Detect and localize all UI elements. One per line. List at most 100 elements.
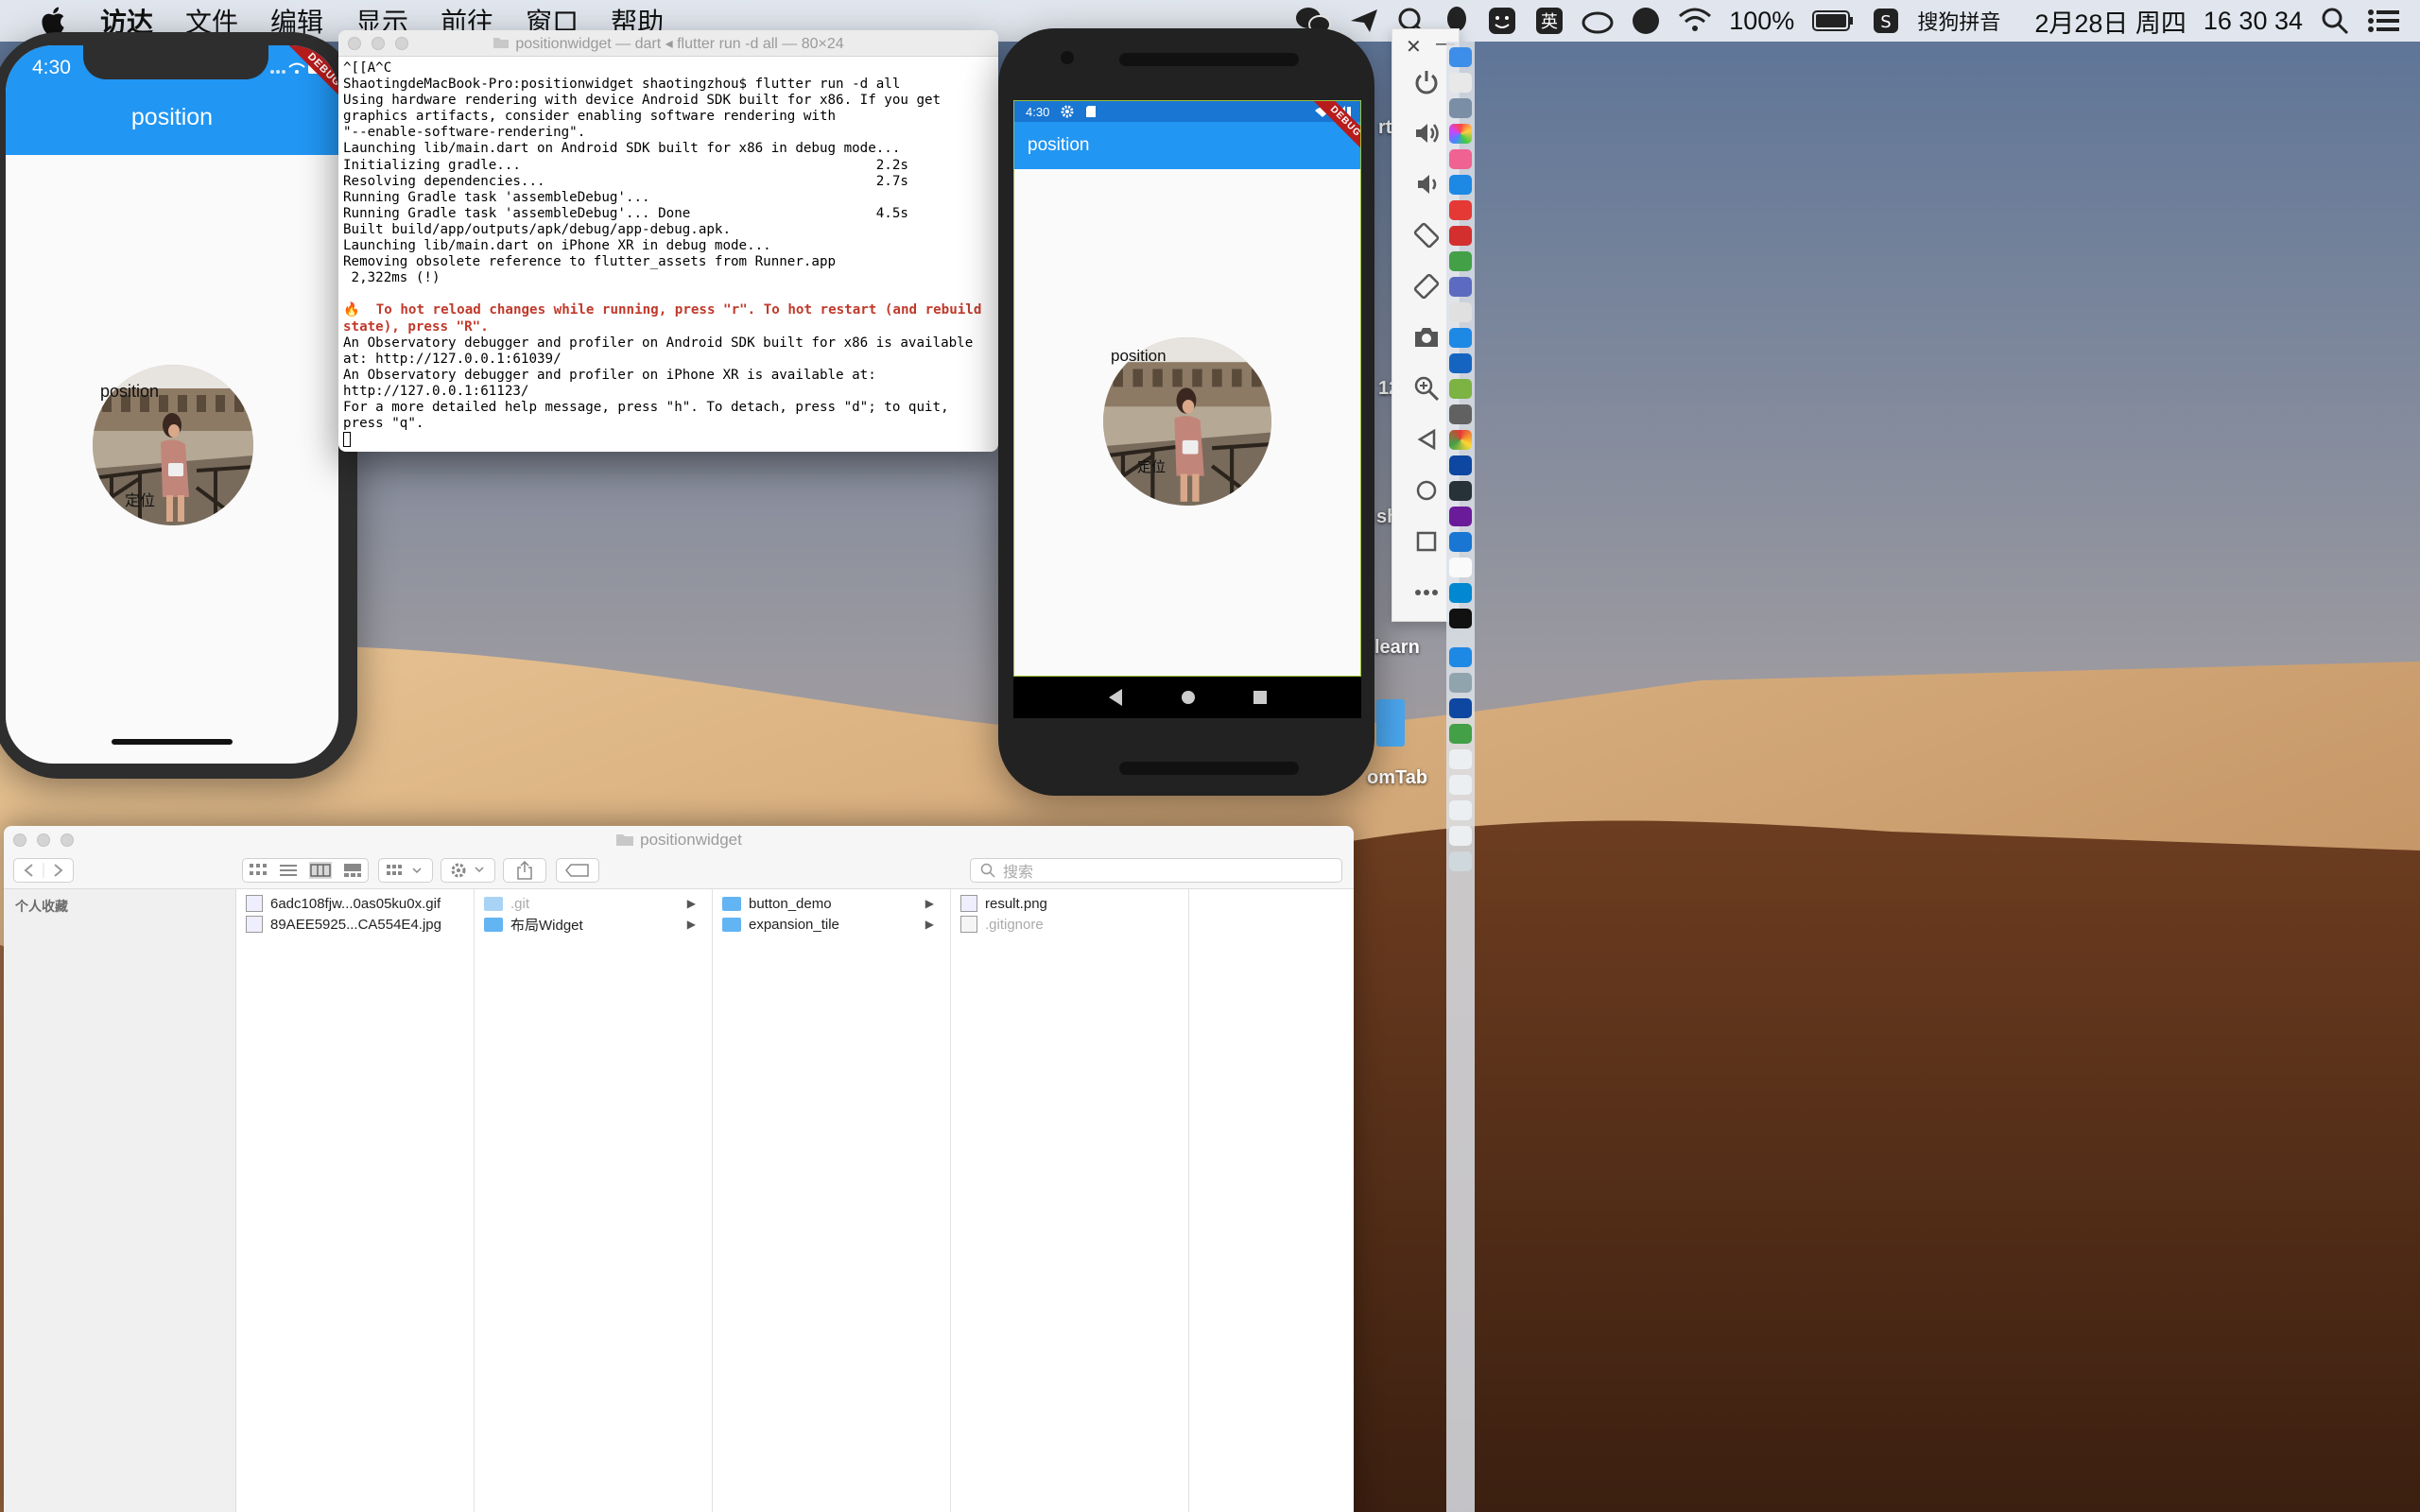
volume-up-icon[interactable]	[1411, 118, 1442, 148]
power-icon[interactable]	[1411, 67, 1442, 97]
file-row[interactable]: result.png	[960, 893, 1047, 914]
app-store-dock-icon[interactable]	[1449, 175, 1472, 195]
launchpad-dock-icon[interactable]	[1449, 98, 1472, 118]
file-row[interactable]: .git ▶	[484, 893, 703, 914]
notes-dock-icon[interactable]	[1449, 73, 1472, 93]
finder-title: positionwidget	[4, 831, 1354, 850]
android-nav-bar	[1013, 677, 1361, 718]
document-dock-icon[interactable]	[1449, 673, 1472, 693]
overview-button-icon[interactable]	[1411, 526, 1442, 557]
paw-dock-icon[interactable]	[1449, 583, 1472, 603]
spotlight-icon[interactable]	[2320, 6, 2350, 36]
list-view-icon[interactable]	[279, 863, 298, 878]
share-button[interactable]	[503, 858, 546, 883]
zoom-icon[interactable]	[1411, 373, 1442, 404]
github-dock-icon[interactable]	[1449, 507, 1472, 526]
icon-view-icon[interactable]	[249, 863, 268, 878]
camera-icon[interactable]	[1411, 322, 1442, 352]
iphone-notch	[83, 45, 268, 79]
english-input-icon[interactable]: 英	[1534, 6, 1564, 36]
finder-titlebar[interactable]: positionwidget	[4, 826, 1354, 854]
desktop-folder-icon[interactable]	[1376, 699, 1405, 747]
finder-dock-icon[interactable]	[1449, 47, 1472, 67]
back-button-icon[interactable]	[1411, 424, 1442, 455]
menubar-date[interactable]: 2月28日 周四	[2034, 3, 2187, 40]
column-2: .git ▶ 布局Widget ▶	[476, 889, 713, 1512]
back-forward-buttons[interactable]	[13, 858, 74, 883]
terminal-dock-icon[interactable]	[1449, 609, 1472, 628]
group-by-button[interactable]	[378, 858, 433, 883]
emulator-close-icon[interactable]: ✕	[1406, 35, 1422, 59]
android-studio-dock-icon[interactable]	[1449, 379, 1472, 399]
battery-icon[interactable]	[1811, 9, 1855, 33]
rotate-left-icon[interactable]	[1411, 220, 1442, 250]
desktop-item-tab[interactable]: omTab	[1367, 767, 1427, 789]
view-mode-buttons[interactable]	[242, 858, 369, 883]
iphone-home-indicator[interactable]	[112, 739, 233, 745]
trash-dock-icon[interactable]	[1449, 851, 1472, 871]
sogou-icon[interactable]: S	[1872, 7, 1900, 35]
desktop-item-learn[interactable]: learn	[1374, 637, 1420, 659]
wifi-icon[interactable]	[1678, 7, 1712, 35]
tag-icon[interactable]	[565, 864, 590, 877]
markdown-dock-icon[interactable]	[1449, 353, 1472, 373]
music-dock-icon[interactable]	[1449, 149, 1472, 169]
file4-dock-icon[interactable]	[1449, 826, 1472, 846]
finder-window[interactable]: positionwidget 搜索 个人收藏 6adc108fjw...0as0…	[4, 826, 1354, 1512]
terminal-window[interactable]: positionwidget — dart ◂ flutter run -d a…	[338, 30, 998, 452]
more-options-icon[interactable]	[1411, 577, 1442, 608]
search-input[interactable]: 搜索	[970, 858, 1342, 883]
back-icon[interactable]	[1107, 688, 1124, 707]
column-3: button_demo ▶ expansion_tile ▶	[715, 889, 951, 1512]
file-row[interactable]: expansion_tile ▶	[722, 914, 942, 935]
gallery-view-icon[interactable]	[343, 863, 362, 878]
maps-dock-icon[interactable]	[1449, 532, 1472, 552]
tag-button[interactable]	[556, 858, 599, 883]
folder-dock-icon[interactable]	[1449, 647, 1472, 667]
notification-center-icon[interactable]	[2367, 7, 2401, 35]
preview-dock-icon[interactable]	[1449, 277, 1472, 297]
textedit-dock-icon[interactable]	[1449, 302, 1472, 322]
home-button-icon[interactable]	[1411, 475, 1442, 506]
input-method-label[interactable]: 搜狗拼音	[1917, 6, 2000, 36]
home-icon[interactable]	[1180, 689, 1197, 706]
iphone-app-title: position	[130, 104, 214, 130]
file-row[interactable]: 布局Widget ▶	[484, 914, 703, 935]
rotate-right-icon[interactable]	[1411, 271, 1442, 301]
recents-icon[interactable]	[1253, 690, 1268, 705]
chrome-dock-icon[interactable]	[1449, 430, 1472, 450]
volume-down-icon[interactable]	[1411, 169, 1442, 199]
webstorm-dock-icon[interactable]	[1449, 481, 1472, 501]
svg-text:英: 英	[1541, 12, 1558, 32]
safari-dock-icon[interactable]	[1449, 328, 1472, 348]
share-icon[interactable]	[516, 861, 533, 880]
file2-dock-icon[interactable]	[1449, 775, 1472, 795]
wechat-dock-icon[interactable]	[1449, 251, 1472, 271]
file-row[interactable]: .gitignore	[960, 914, 1044, 935]
youdao-icon[interactable]	[1631, 6, 1661, 36]
file-row[interactable]: button_demo ▶	[722, 893, 942, 914]
android-status-bar: 4:30	[1014, 101, 1360, 122]
netease-dock-icon[interactable]	[1449, 226, 1472, 246]
file-row[interactable]: 89AEE5925...CA554E4.jpg	[246, 914, 441, 935]
qq-dock-icon[interactable]	[1449, 558, 1472, 577]
terminal-hot-reload-line-1: 🔥 To hot reload changes while running, p…	[343, 302, 982, 318]
photos-dock-icon[interactable]	[1449, 124, 1472, 144]
terminal-output[interactable]: ^[[A^C ShaotingdeMacBook-Pro:positionwidg…	[338, 57, 998, 448]
column-view-icon[interactable]	[309, 862, 332, 879]
quicktime-dock-icon[interactable]	[1449, 698, 1472, 718]
file-dock-icon[interactable]	[1449, 749, 1472, 769]
youdao-dock-icon[interactable]	[1449, 200, 1472, 220]
menubar-time[interactable]: 16 30 34	[2204, 7, 2303, 36]
numbers-dock-icon[interactable]	[1449, 724, 1472, 744]
system-prefs-dock-icon[interactable]	[1449, 404, 1472, 424]
xcode-dock-icon[interactable]	[1449, 455, 1472, 475]
file-row[interactable]: 6adc108fjw...0as05ku0x.gif	[246, 893, 441, 914]
emoji-icon[interactable]	[1487, 6, 1517, 36]
desktop-item-rt[interactable]: rt	[1378, 117, 1392, 139]
action-gear-button[interactable]	[441, 858, 495, 883]
file3-dock-icon[interactable]	[1449, 800, 1472, 820]
paper-plane-icon[interactable]	[1349, 6, 1379, 36]
terminal-titlebar[interactable]: positionwidget — dart ◂ flutter run -d a…	[338, 30, 998, 57]
creative-cloud-icon[interactable]	[1582, 6, 1614, 36]
